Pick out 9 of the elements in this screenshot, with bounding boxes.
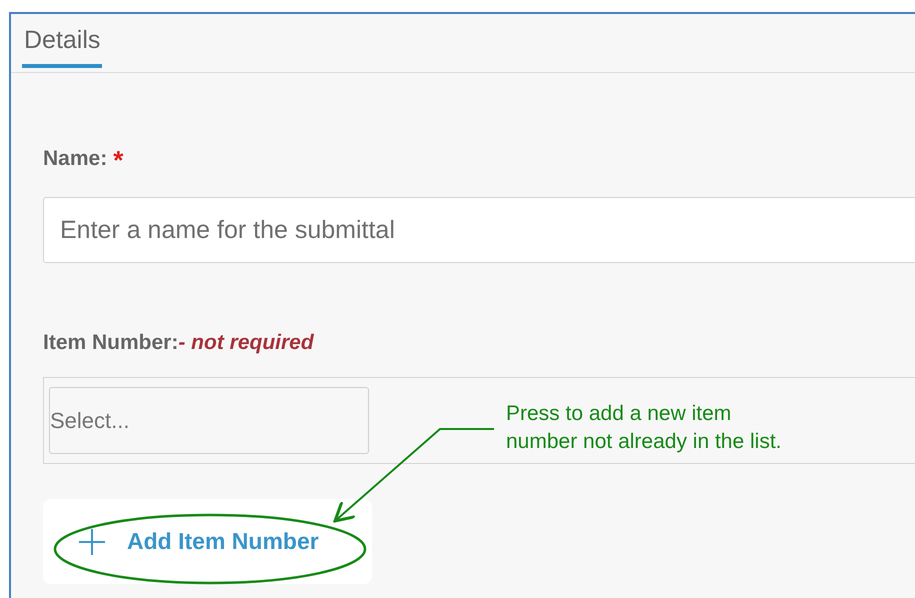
select-field[interactable]: Select... xyxy=(49,387,369,454)
annotation-text: Press to add a new item number not already in the list. xyxy=(506,401,782,455)
details-tab[interactable]: Details xyxy=(22,14,102,68)
required-mark: * xyxy=(113,147,124,173)
plus-icon xyxy=(79,528,105,554)
add-item-button[interactable]: Add Item Number xyxy=(43,499,372,584)
name-input[interactable]: Enter a name for the submittal xyxy=(43,197,915,263)
field-label: Item Number:- not required xyxy=(43,331,314,355)
field-label: Name: xyxy=(43,147,108,171)
